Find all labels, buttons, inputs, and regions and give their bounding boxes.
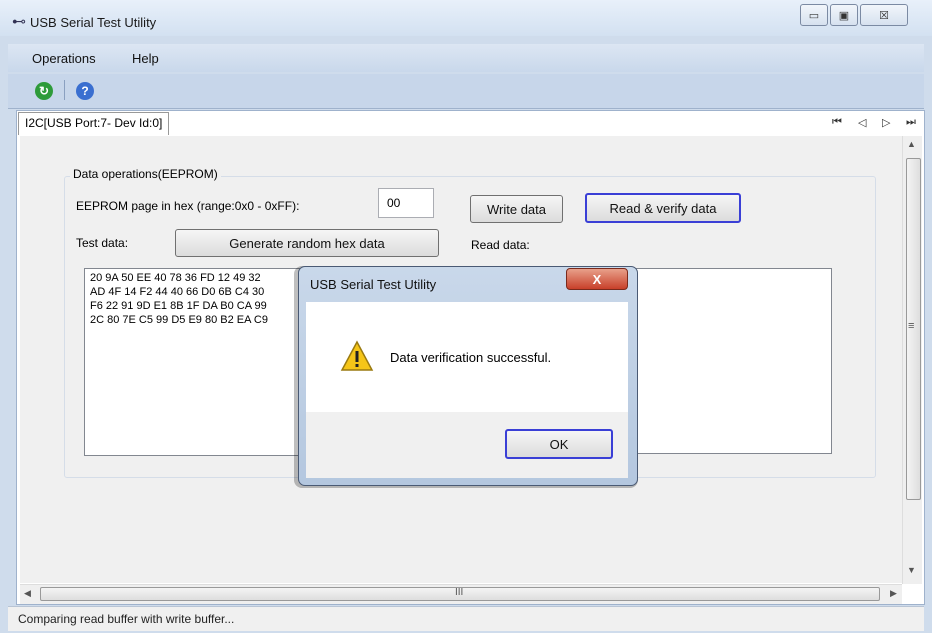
tab-last-icon[interactable]: ⏭ bbox=[906, 116, 916, 129]
test-data-line: 20 9A 50 EE 40 78 36 FD 12 49 32 bbox=[90, 272, 261, 284]
generate-random-button[interactable]: Generate random hex data bbox=[175, 229, 439, 257]
tab-first-icon[interactable]: ⏮ bbox=[832, 116, 842, 129]
dialog-title: USB Serial Test Utility bbox=[310, 277, 437, 292]
scroll-down-icon[interactable]: ▼ bbox=[907, 565, 916, 575]
test-data-line: AD 4F 14 F2 44 40 66 D0 6B C4 30 bbox=[90, 286, 265, 298]
window-title: USB Serial Test Utility bbox=[30, 15, 157, 30]
minimize-icon: ▭ bbox=[808, 9, 820, 22]
horizontal-grip-icon: III bbox=[455, 587, 464, 598]
close-button[interactable]: ☒ bbox=[860, 4, 908, 26]
status-bar: Comparing read buffer with write buffer.… bbox=[8, 606, 924, 631]
tab-next-icon[interactable]: ▷ bbox=[882, 116, 890, 129]
scroll-left-icon[interactable]: ◀ bbox=[24, 588, 31, 599]
close-icon: ☒ bbox=[879, 9, 889, 22]
eeprom-page-label: EEPROM page in hex (range:0x0 - 0xFF): bbox=[76, 199, 300, 213]
scroll-right-icon[interactable]: ▶ bbox=[890, 588, 897, 599]
tab-previous-icon[interactable]: ◁ bbox=[858, 116, 866, 129]
menu-help[interactable]: Help bbox=[132, 51, 159, 66]
toolbar bbox=[8, 74, 924, 109]
status-text: Comparing read buffer with write buffer.… bbox=[18, 612, 235, 626]
read-verify-button[interactable]: Read & verify data bbox=[585, 193, 741, 223]
maximize-button[interactable]: ▣ bbox=[830, 4, 858, 26]
close-icon: X bbox=[592, 271, 602, 287]
maximize-icon: ▣ bbox=[838, 9, 850, 22]
scroll-up-icon[interactable]: ▲ bbox=[907, 139, 916, 149]
eeprom-page-input[interactable]: 00 bbox=[378, 188, 434, 218]
dialog-close-button[interactable]: X bbox=[566, 268, 628, 290]
test-data-line: F6 22 91 9D E1 8B 1F DA B0 CA 99 bbox=[90, 300, 267, 312]
read-data-label: Read data: bbox=[471, 238, 530, 252]
group-title: Data operations(EEPROM) bbox=[70, 167, 221, 181]
window-controls: ▭ ▣ ☒ bbox=[798, 4, 908, 26]
write-data-button[interactable]: Write data bbox=[470, 195, 563, 223]
vertical-grip-icon: ≡ bbox=[908, 320, 915, 332]
warning-icon bbox=[340, 340, 374, 371]
minimize-button[interactable]: ▭ bbox=[800, 4, 828, 26]
tab-i2c-device[interactable]: I2C[USB Port:7- Dev Id:0] bbox=[18, 112, 170, 135]
ok-button[interactable]: OK bbox=[505, 429, 613, 459]
menu-operations[interactable]: Operations bbox=[32, 51, 96, 66]
test-data-line: 2C 80 7E C5 99 D5 E9 80 B2 EA C9 bbox=[90, 314, 268, 326]
app-icon: ⊷ bbox=[12, 13, 26, 29]
toolbar-separator bbox=[64, 80, 65, 100]
dialog-message: Data verification successful. bbox=[390, 350, 552, 365]
refresh-icon[interactable]: ↻ bbox=[35, 82, 53, 100]
test-data-label: Test data: bbox=[76, 236, 129, 250]
help-icon[interactable]: ? bbox=[76, 82, 94, 100]
